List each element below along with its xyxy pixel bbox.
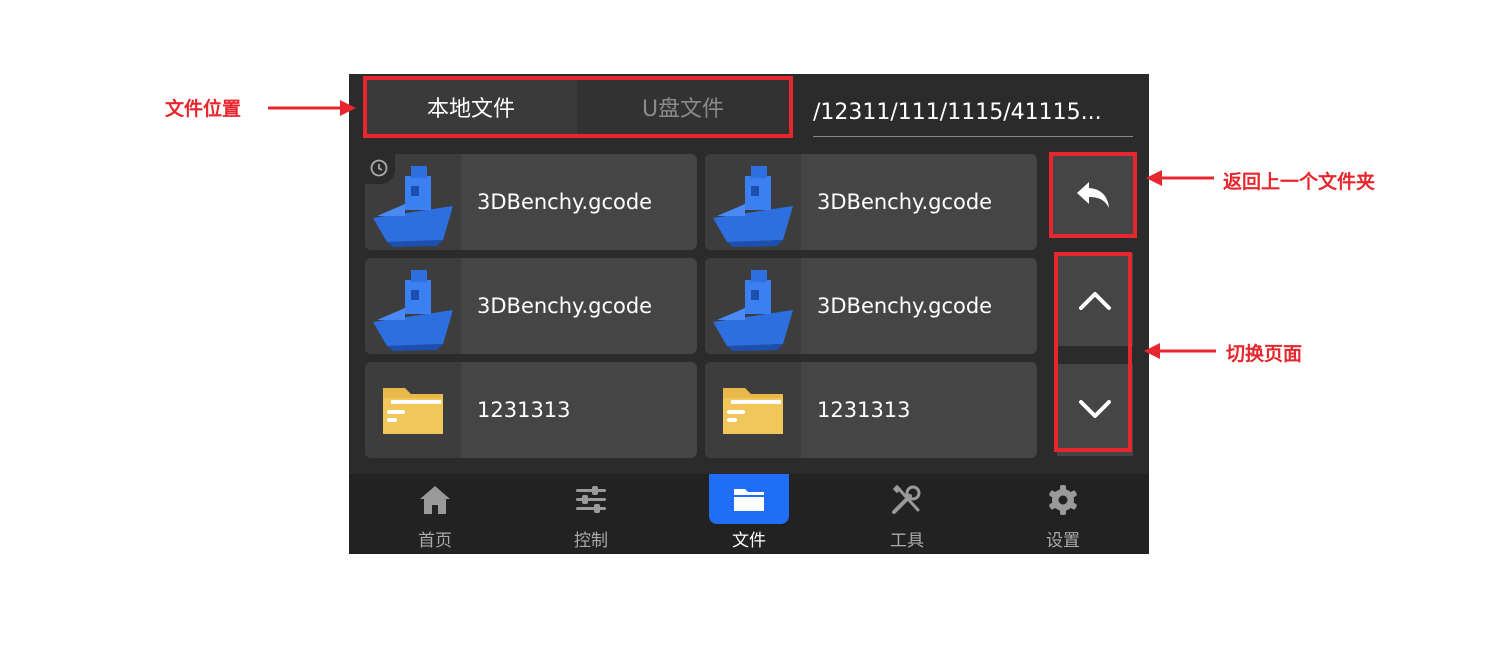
annotation-arrows	[268, 100, 1216, 359]
